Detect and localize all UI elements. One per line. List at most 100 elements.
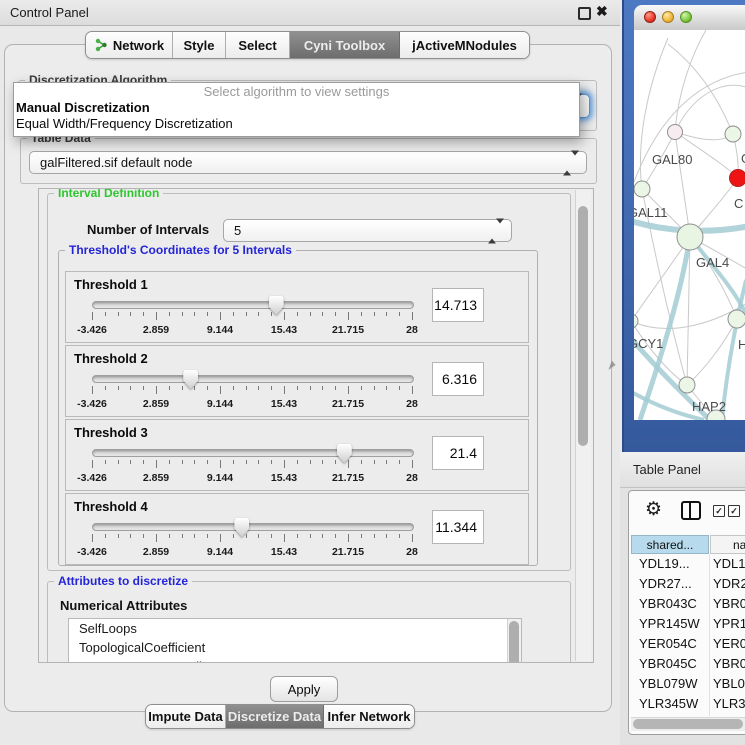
threshold-2-value[interactable]: 6.316 <box>432 362 484 396</box>
network-tab-icon <box>94 38 108 52</box>
threshold-label: Threshold 4 <box>74 499 148 514</box>
threshold-3-value[interactable]: 21.4 <box>432 436 484 470</box>
svg-text:HAP2: HAP2 <box>692 399 726 414</box>
interval-definition-title: Interval Definition <box>54 188 163 200</box>
tab-style[interactable]: Style <box>173 32 226 58</box>
tab-cyni-toolbox[interactable]: Cyni Toolbox <box>290 32 400 58</box>
minimize-traffic-light[interactable] <box>662 11 674 23</box>
svg-text:C: C <box>734 196 743 211</box>
popup-placeholder: Select algorithm to view settings <box>14 83 579 100</box>
threshold-2-slider[interactable]: -3.4262.8599.14415.4321.71528 <box>92 370 412 414</box>
threshold-4-value[interactable]: 11.344 <box>432 510 484 544</box>
numerical-attributes-label: Numerical Attributes <box>60 598 187 613</box>
settings-viewport: Interval Definition Number of Intervals … <box>38 188 594 663</box>
slider-track[interactable] <box>92 375 414 383</box>
threshold-4-slider[interactable]: -3.4262.8599.14415.4321.71528 <box>92 518 412 562</box>
table-row[interactable]: YDL19...YDL1 <box>631 554 745 574</box>
split-columns-icon[interactable] <box>681 501 701 520</box>
bottom-tab-bar: Impute Data Discretize Data Infer Networ… <box>145 704 415 729</box>
slider-tick-labels: -3.4262.8599.14415.4321.71528 <box>92 398 412 410</box>
slider-ticks <box>92 312 412 322</box>
slider-tick-labels: -3.4262.8599.14415.4321.71528 <box>92 324 412 336</box>
numerical-attributes-list[interactable]: SelfLoops TopologicalCoefficient Between… <box>68 618 522 663</box>
threshold-3-slider[interactable]: -3.4262.8599.14415.4321.71528 <box>92 444 412 488</box>
number-of-intervals-label: Number of Intervals <box>87 222 209 237</box>
tab-infer-network[interactable]: Infer Network <box>324 705 414 728</box>
thresholds-group: Threshold's Coordinates for 5 Intervals … <box>58 250 538 566</box>
apply-button[interactable]: Apply <box>270 676 338 702</box>
close-icon[interactable]: ✖ <box>596 3 608 20</box>
tab-network[interactable]: Network <box>86 32 173 58</box>
thresholds-title: Threshold's Coordinates for 5 Intervals <box>65 243 296 257</box>
popup-option-equal-width[interactable]: Equal Width/Frequency Discretization <box>14 116 579 132</box>
slider-thumb[interactable] <box>234 518 249 537</box>
tab-discretize-data[interactable]: Discretize Data <box>226 705 324 728</box>
gear-icon[interactable]: ⚙ <box>645 499 662 521</box>
column-header-name[interactable]: na <box>710 535 745 554</box>
float-window-icon[interactable] <box>578 7 591 20</box>
threshold-row-4: Threshold 4 -3.4262.8599.14415.4321.7152… <box>65 493 529 565</box>
table-row[interactable]: YLR345WYLR3 <box>631 694 745 714</box>
zoom-traffic-light[interactable] <box>680 11 692 23</box>
number-of-intervals-combo[interactable]: 5 <box>223 219 512 242</box>
tab-select[interactable]: Select <box>226 32 290 58</box>
slider-thumb[interactable] <box>183 370 198 389</box>
table-row[interactable]: YBR045CYBR0 <box>631 654 745 674</box>
table-panel-titlebar: Table Panel <box>620 452 745 488</box>
list-item[interactable]: BetweennessCentrality <box>69 657 521 663</box>
svg-text:GAL11: GAL11 <box>634 205 668 220</box>
screen: Control Panel ✖ Network Style Select Cyn… <box>0 0 745 745</box>
table-panel-title: Table Panel <box>633 462 701 477</box>
interval-definition-group: Interval Definition Number of Intervals … <box>47 193 571 571</box>
table-panel-section: Table Panel ⚙ ✓ ✓ shared... na YDL19...Y… <box>620 452 745 745</box>
threshold-row-3: Threshold 3 -3.4262.8599.14415.4321.7152… <box>65 419 529 491</box>
threshold-row-2: Threshold 2 -3.4262.8599.14415.4321.7152… <box>65 345 529 417</box>
slider-track[interactable] <box>92 523 414 531</box>
threshold-row-1: Threshold 1 -3.4262.8599.14415.4321.7152… <box>65 271 529 343</box>
table-row[interactable]: YDR27...YDR2 <box>631 574 745 594</box>
tab-jactivemnodules[interactable]: jActiveMNodules <box>400 32 529 58</box>
control-panel-titlebar: Control Panel <box>0 0 620 26</box>
slider-track[interactable] <box>92 449 414 457</box>
table-panel-box: ⚙ ✓ ✓ shared... na YDL19...YDL1 YDR27...… <box>628 490 745 735</box>
tab-impute-data[interactable]: Impute Data <box>146 705 226 728</box>
close-traffic-light[interactable] <box>644 11 656 23</box>
popup-option-manual[interactable]: Manual Discretization <box>14 100 579 116</box>
threshold-1-value[interactable]: 14.713 <box>432 288 484 322</box>
column-header-shared-name[interactable]: shared... <box>631 535 709 554</box>
list-item[interactable]: SelfLoops <box>69 619 521 638</box>
checkbox-icon[interactable]: ✓ <box>728 505 740 517</box>
table-row[interactable]: YBL079WYBL0 <box>631 674 745 694</box>
panel-title: Control Panel <box>10 5 89 20</box>
list-scrollbar[interactable] <box>507 619 521 663</box>
viewport-scrollbar[interactable] <box>575 190 591 661</box>
slider-thumb[interactable] <box>269 296 284 315</box>
network-window-titlebar[interactable] <box>634 5 745 31</box>
table-data-group: Table Data galFiltered.sif default node <box>20 138 597 184</box>
table-row[interactable]: YPR145WYPR1 <box>631 614 745 634</box>
checkbox-icon[interactable]: ✓ <box>713 505 725 517</box>
network-view-window: GAL80 GA C GAL11 GAL4 GCY1 H HAP2 <box>622 0 745 452</box>
svg-text:H: H <box>738 337 745 352</box>
svg-text:GA: GA <box>741 151 745 166</box>
attributes-group: Attributes to discretize Numerical Attri… <box>47 581 571 663</box>
svg-text:GAL4: GAL4 <box>696 255 729 270</box>
table-row[interactable]: YBR043CYBR0 <box>631 594 745 614</box>
horizontal-scrollbar[interactable] <box>631 717 745 731</box>
slider-track[interactable] <box>92 301 414 309</box>
network-canvas[interactable]: GAL80 GA C GAL11 GAL4 GCY1 H HAP2 <box>634 30 745 420</box>
algorithm-dropdown-popup: Select algorithm to view settings Manual… <box>13 82 580 137</box>
svg-text:GAL80: GAL80 <box>652 152 692 167</box>
top-tab-bar: Network Style Select Cyni Toolbox jActiv… <box>85 31 530 59</box>
slider-thumb[interactable] <box>337 444 352 463</box>
attributes-title: Attributes to discretize <box>54 574 192 588</box>
threshold-label: Threshold 1 <box>74 277 148 292</box>
threshold-1-slider[interactable]: -3.4262.8599.14415.4321.71528 <box>92 296 412 340</box>
table-data-combo[interactable]: galFiltered.sif default node <box>29 151 587 174</box>
combo-stepper-icon <box>563 155 579 170</box>
slider-ticks <box>92 460 412 470</box>
table-row[interactable]: YER054CYER0 <box>631 634 745 654</box>
threshold-label: Threshold 2 <box>74 351 148 366</box>
list-item[interactable]: TopologicalCoefficient <box>69 638 521 657</box>
svg-text:GCY1: GCY1 <box>634 336 663 351</box>
